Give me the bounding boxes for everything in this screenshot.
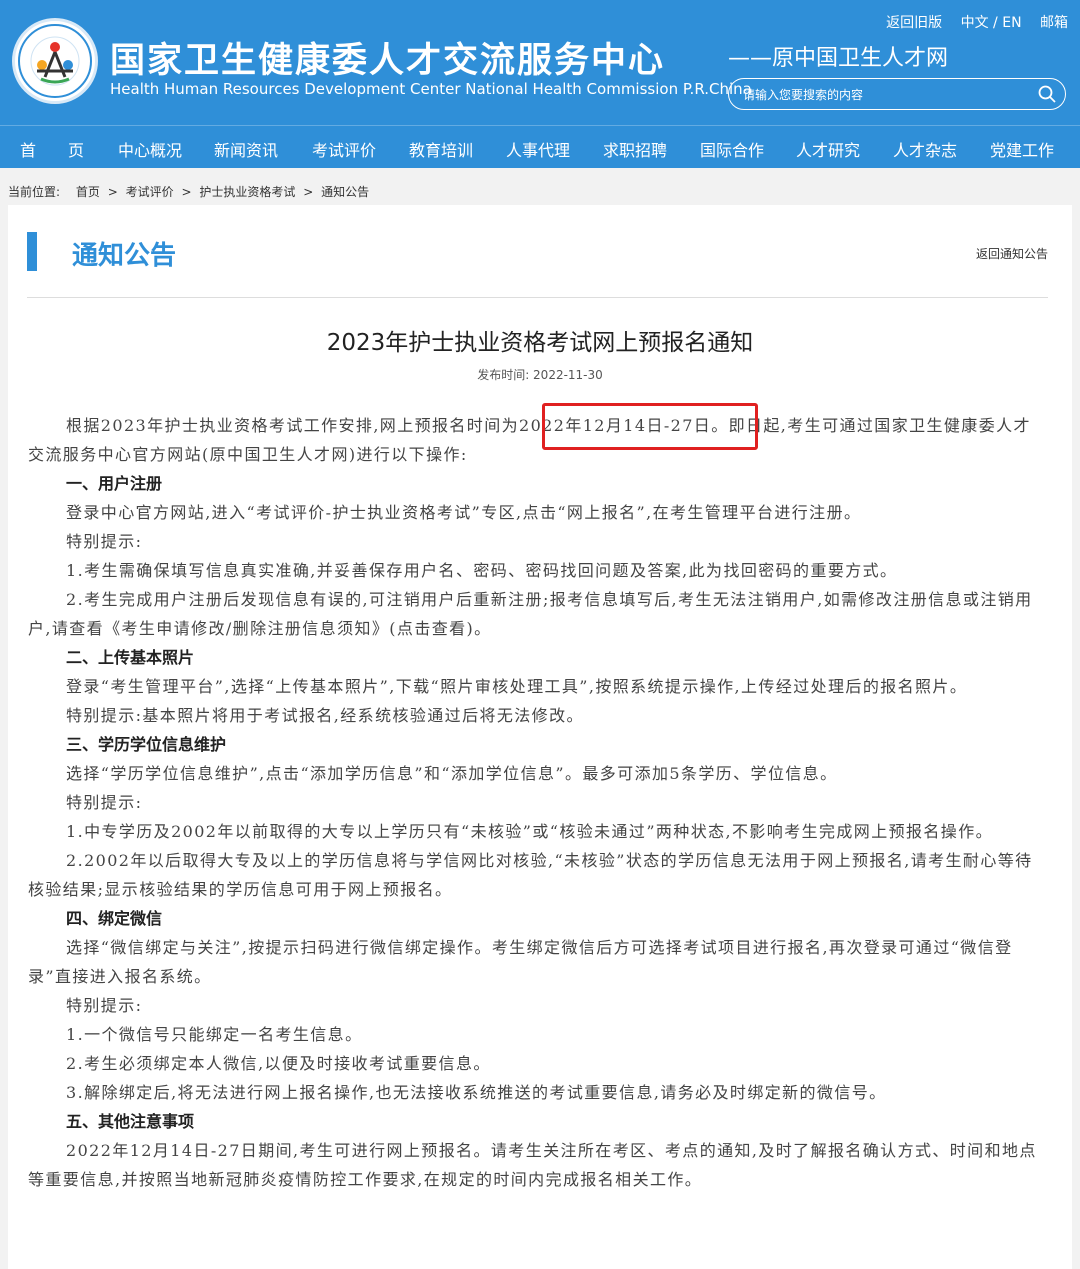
article-paragraph: 根据2023年护士执业资格考试工作安排,网上预报名时间为2022年12月14日-… [28, 416, 1031, 464]
mail-link[interactable]: 邮箱 [1040, 15, 1068, 31]
nav-item-home[interactable]: 首 页 [20, 137, 84, 161]
site-logo[interactable] [12, 18, 98, 104]
article-paragraph: 2.2002年以后取得大专及以上的学历信息将与学信网比对核验,“未核验”状态的学… [28, 851, 1033, 899]
logo-emblem-icon [18, 24, 92, 98]
breadcrumb-separator: > [303, 185, 314, 199]
breadcrumb-item-exams[interactable]: 考试评价 [126, 185, 174, 199]
article-paragraph: 2.考生完成用户注册后发现信息有误的,可注销用户后重新注册;报考信息填写后,考生… [28, 590, 1033, 638]
article-paragraph: 2022年12月14日-27日期间,考生可进行网上预报名。请考生关注所在考区、考… [28, 1141, 1037, 1189]
article-paragraph: 选择“学历学位信息维护”,点击“添加学历信息”和“添加学位信息”。最多可添加5条… [66, 764, 838, 783]
breadcrumb-separator: > [181, 185, 192, 199]
nav-item-international[interactable]: 国际合作 [700, 137, 764, 161]
breadcrumb-item-home[interactable]: 首页 [76, 185, 100, 199]
section-title: 通知公告 [72, 241, 177, 271]
article-paragraph: 登录“考生管理平台”,选择“上传基本照片”,下载“照片审核处理工具”,按照系统提… [66, 677, 968, 696]
section-accent-bar [27, 232, 37, 271]
nav-item-jobs[interactable]: 求职招聘 [603, 137, 667, 161]
article-body: 根据2023年护士执业资格考试工作安排,网上预报名时间为2022年12月14日-… [28, 411, 1048, 1194]
article-paragraph: 2.考生必须绑定本人微信,以便及时接收考试重要信息。 [66, 1054, 491, 1073]
breadcrumb-item-nurse-exam[interactable]: 护士执业资格考试 [199, 185, 295, 199]
content-panel: 通知公告 返回通知公告 2023年护士执业资格考试网上预报名通知 发布时间: 2… [8, 205, 1072, 1269]
breadcrumb: 当前位置: 首页 > 考试评价 > 护士执业资格考试 > 通知公告 [8, 183, 369, 200]
nav-item-magazine[interactable]: 人才杂志 [893, 137, 957, 161]
old-version-link[interactable]: 返回旧版 [886, 15, 942, 31]
nav-item-personnel-agency[interactable]: 人事代理 [506, 137, 570, 161]
article-paragraph: 选择“微信绑定与关注”,按提示扫码进行微信绑定操作。考生绑定微信后方可选择考试项… [28, 938, 1013, 986]
site-title: 国家卫生健康委人才交流服务中心 [110, 41, 666, 81]
article-paragraph: 1.考生需确保填写信息真实准确,并妥善保存用户名、密码、密码找回问题及答案,此为… [66, 561, 898, 580]
article-paragraph: 特别提示: [66, 996, 143, 1015]
article-heading: 五、其他注意事项 [66, 1112, 195, 1131]
main-nav: 首 页 中心概况 新闻资讯 考试评价 教育培训 人事代理 求职招聘 国际合作 人… [0, 125, 1080, 168]
divider [27, 297, 1048, 298]
article-title: 2023年护士执业资格考试网上预报名通知 [326, 330, 754, 356]
nav-item-about[interactable]: 中心概况 [118, 137, 182, 161]
top-links: 返回旧版 中文 / EN 邮箱 [872, 12, 1068, 32]
article-paragraph: 1.一个微信号只能绑定一名考生信息。 [66, 1025, 363, 1044]
article-paragraph: 1.中专学历及2002年以前取得的大专以上学历只有“未核验”或“核验未通过”两种… [66, 822, 993, 841]
search-box [728, 78, 1066, 110]
article-heading: 一、用户注册 [66, 474, 163, 493]
back-to-notices-link[interactable]: 返回通知公告 [976, 245, 1048, 262]
nav-item-training[interactable]: 教育培训 [409, 137, 473, 161]
site-header: 国家卫生健康委人才交流服务中心 Health Human Resources D… [0, 0, 1080, 125]
article-paragraph: 特别提示: [66, 793, 143, 812]
site-title-english: Health Human Resources Development Cente… [110, 80, 752, 98]
nav-item-party-building[interactable]: 党建工作 [990, 137, 1054, 161]
nav-item-exams[interactable]: 考试评价 [312, 137, 376, 161]
breadcrumb-item-notices[interactable]: 通知公告 [321, 185, 369, 199]
article-heading: 三、学历学位信息维护 [66, 735, 227, 754]
search-icon[interactable] [1037, 84, 1057, 108]
article-heading: 四、绑定微信 [66, 909, 163, 928]
site-subtitle: ——原中国卫生人才网 [728, 46, 949, 71]
article-paragraph: 特别提示:基本照片将用于考试报名,经系统核验通过后将无法修改。 [66, 706, 584, 725]
search-input[interactable] [741, 85, 1025, 105]
article-paragraph: 特别提示: [66, 532, 143, 551]
publish-time: 发布时间: 2022-11-30 [477, 368, 603, 382]
nav-item-news[interactable]: 新闻资讯 [214, 137, 278, 161]
language-switch-link[interactable]: 中文 / EN [961, 15, 1022, 31]
article-paragraph: 3.解除绑定后,将无法进行网上报名操作,也无法接收系统推送的考试重要信息,请务必… [66, 1083, 887, 1102]
breadcrumb-prefix: 当前位置: [8, 185, 61, 199]
nav-item-research[interactable]: 人才研究 [796, 137, 860, 161]
article-heading: 二、上传基本照片 [66, 648, 195, 667]
breadcrumb-separator: > [107, 185, 118, 199]
article-paragraph: 登录中心官方网站,进入“考试评价-护士执业资格考试”专区,点击“网上报名”,在考… [66, 503, 862, 522]
